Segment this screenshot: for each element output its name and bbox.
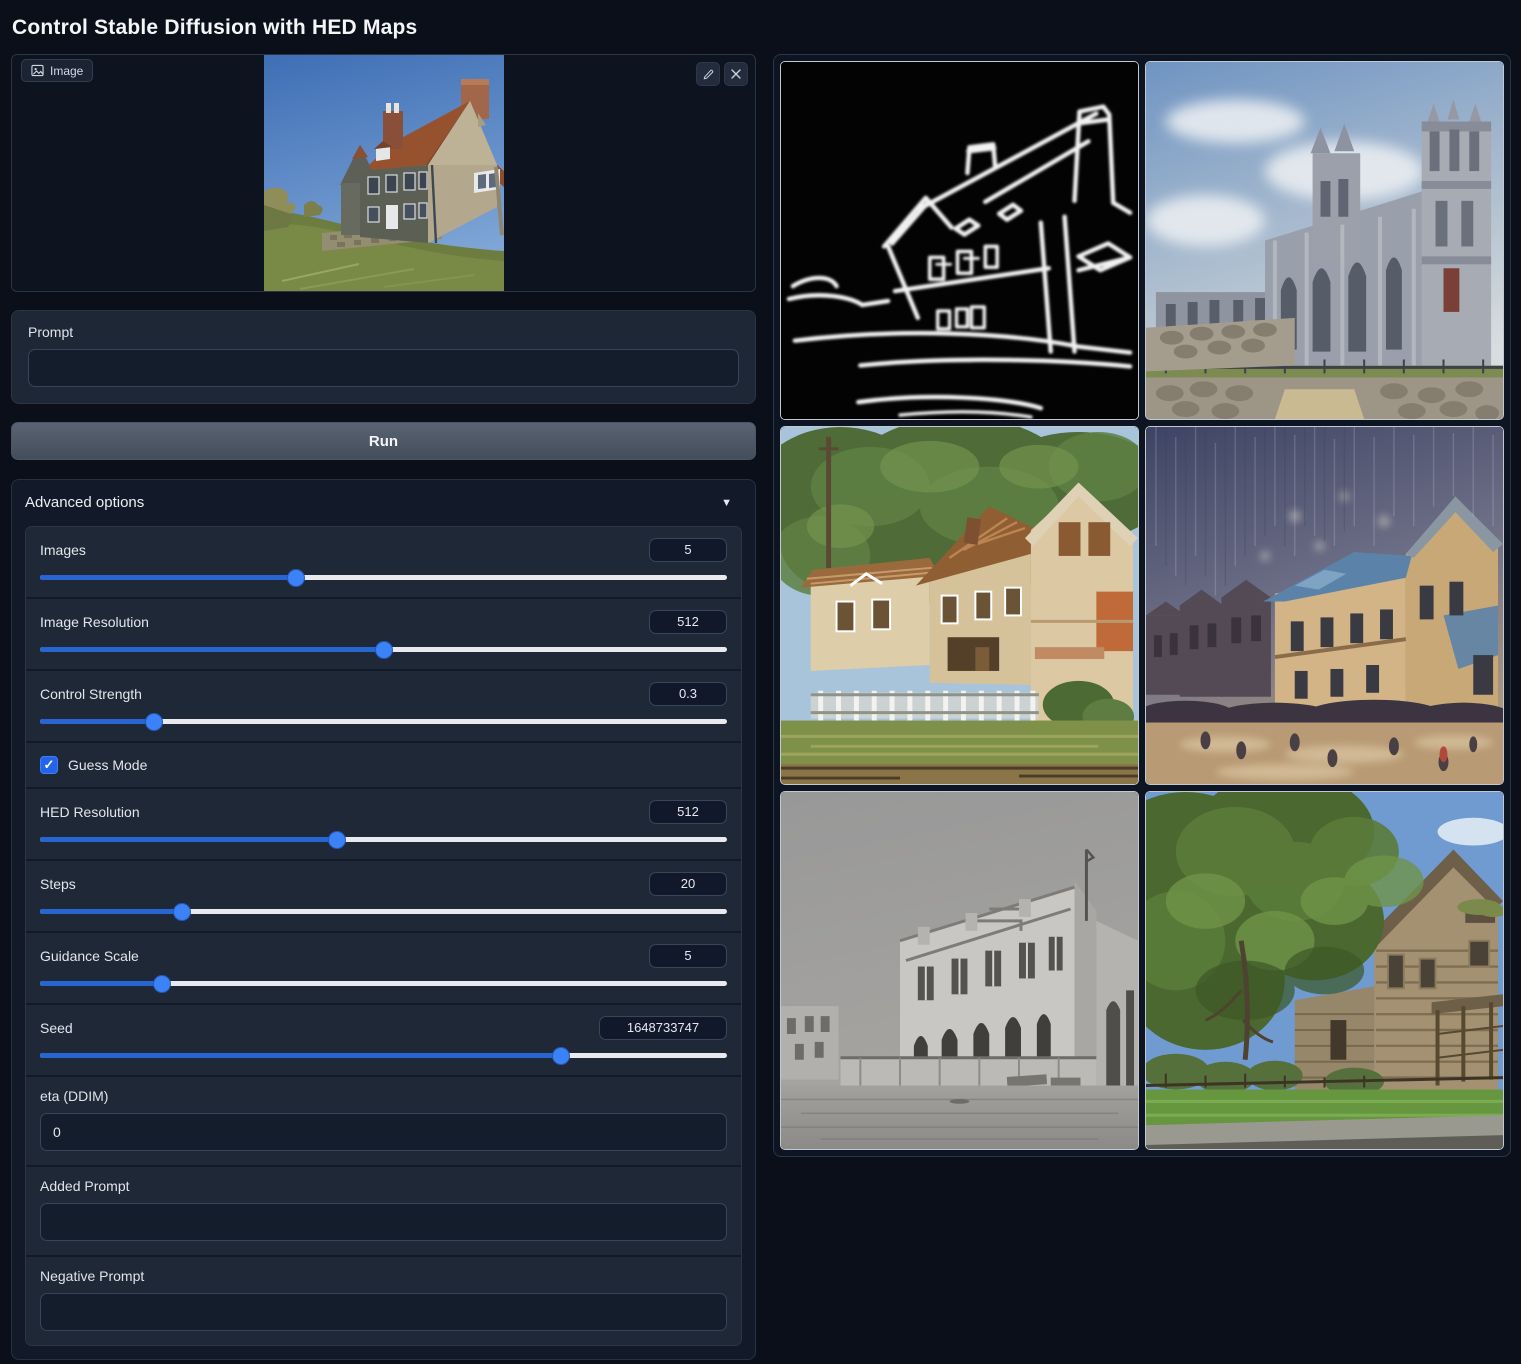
- app-root: Control Stable Diffusion with HED Maps I…: [0, 0, 1521, 1360]
- negative-prompt-label: Negative Prompt: [40, 1268, 727, 1284]
- cream-house-image: [781, 427, 1138, 784]
- uploaded-house-photo: [264, 55, 504, 292]
- slider-fill: [40, 837, 335, 842]
- slider-fill: [40, 981, 157, 986]
- image-resolution-slider[interactable]: [40, 647, 727, 652]
- image-input-tab: Image: [21, 59, 93, 82]
- guidance-scale-value-input[interactable]: 5: [649, 944, 727, 968]
- guess-mode-row[interactable]: ✓ Guess Mode: [26, 743, 741, 789]
- slider-fill: [40, 719, 149, 724]
- advanced-options-form: Images 5 Image Resolution 512: [25, 526, 742, 1346]
- advanced-options-title: Advanced options: [25, 494, 144, 511]
- negative-prompt-row: Negative Prompt: [26, 1257, 741, 1345]
- eta-row: eta (DDIM) 0: [26, 1077, 741, 1167]
- gallery-item-hed-map[interactable]: [780, 61, 1139, 420]
- control-strength-slider-row: Control Strength 0.3: [26, 671, 741, 743]
- result-gallery: [773, 54, 1511, 1157]
- hed-map-image: [781, 62, 1138, 419]
- page-title: Control Stable Diffusion with HED Maps: [11, 0, 1510, 54]
- slider-fill: [40, 647, 384, 652]
- gallery-item-rainy-painting[interactable]: [1145, 426, 1504, 785]
- image-icon: [31, 64, 44, 77]
- guidance-scale-label: Guidance Scale: [40, 948, 139, 964]
- rainy-painting-image: [1146, 427, 1503, 784]
- steps-slider[interactable]: [40, 909, 727, 914]
- advanced-options-header[interactable]: Advanced options ▼: [25, 492, 742, 513]
- output-column: [773, 54, 1511, 1157]
- advanced-options-panel: Advanced options ▼ Images 5: [11, 479, 756, 1360]
- bw-photo-image: [781, 792, 1138, 1149]
- cathedral-image: [1146, 62, 1503, 419]
- slider-handle[interactable]: [146, 714, 162, 730]
- prompt-block: Prompt: [11, 310, 756, 404]
- images-label: Images: [40, 542, 86, 558]
- rustic-house-image: [1146, 792, 1503, 1149]
- control-strength-label: Control Strength: [40, 686, 142, 702]
- added-prompt-label: Added Prompt: [40, 1178, 727, 1194]
- prompt-label: Prompt: [28, 324, 739, 340]
- seed-slider-row: Seed 1648733747: [26, 1005, 741, 1077]
- close-icon: [730, 68, 742, 80]
- slider-handle[interactable]: [376, 642, 392, 658]
- pencil-icon: [702, 68, 715, 81]
- prompt-input[interactable]: [28, 349, 739, 387]
- slider-handle[interactable]: [329, 832, 345, 848]
- image-input-label: Image: [50, 64, 83, 78]
- images-slider-row: Images 5: [26, 527, 741, 599]
- added-prompt-row: Added Prompt: [26, 1167, 741, 1257]
- slider-handle[interactable]: [553, 1048, 569, 1064]
- steps-value-input[interactable]: 20: [649, 872, 727, 896]
- gallery-item-cathedral[interactable]: [1145, 61, 1504, 420]
- eta-input[interactable]: 0: [40, 1113, 727, 1151]
- eta-label: eta (DDIM): [40, 1088, 727, 1104]
- negative-prompt-input[interactable]: [40, 1293, 727, 1331]
- slider-fill: [40, 1053, 566, 1058]
- slider-handle[interactable]: [174, 904, 190, 920]
- controls-column: Image: [11, 54, 756, 1360]
- guidance-scale-slider[interactable]: [40, 981, 727, 986]
- gallery-item-bw-photo[interactable]: [780, 791, 1139, 1150]
- hed-resolution-slider[interactable]: [40, 837, 727, 842]
- image-upload-area[interactable]: Image: [11, 54, 756, 292]
- gallery-item-cream-house[interactable]: [780, 426, 1139, 785]
- image-resolution-value-input[interactable]: 512: [649, 610, 727, 634]
- hed-resolution-slider-row: HED Resolution 512: [26, 789, 741, 861]
- seed-label: Seed: [40, 1020, 73, 1036]
- seed-slider[interactable]: [40, 1053, 727, 1058]
- slider-fill: [40, 909, 177, 914]
- seed-value-input[interactable]: 1648733747: [599, 1016, 727, 1040]
- images-value-input[interactable]: 5: [649, 538, 727, 562]
- gallery-item-rustic-house[interactable]: [1145, 791, 1504, 1150]
- control-strength-value-input[interactable]: 0.3: [649, 682, 727, 706]
- run-button[interactable]: Run: [11, 422, 756, 460]
- hed-resolution-value-input[interactable]: 512: [649, 800, 727, 824]
- slider-handle[interactable]: [288, 570, 304, 586]
- steps-slider-row: Steps 20: [26, 861, 741, 933]
- guidance-scale-slider-row: Guidance Scale 5: [26, 933, 741, 1005]
- slider-fill: [40, 575, 294, 580]
- guess-mode-checkbox[interactable]: ✓: [40, 756, 58, 774]
- slider-handle[interactable]: [154, 976, 170, 992]
- steps-label: Steps: [40, 876, 76, 892]
- control-strength-slider[interactable]: [40, 719, 727, 724]
- image-resolution-slider-row: Image Resolution 512: [26, 599, 741, 671]
- chevron-down-icon: ▼: [721, 497, 732, 509]
- clear-image-button[interactable]: [724, 62, 748, 86]
- edit-image-button[interactable]: [696, 62, 720, 86]
- guess-mode-label: Guess Mode: [68, 757, 147, 773]
- image-resolution-label: Image Resolution: [40, 614, 149, 630]
- hed-resolution-label: HED Resolution: [40, 804, 140, 820]
- added-prompt-input[interactable]: [40, 1203, 727, 1241]
- images-slider[interactable]: [40, 575, 727, 580]
